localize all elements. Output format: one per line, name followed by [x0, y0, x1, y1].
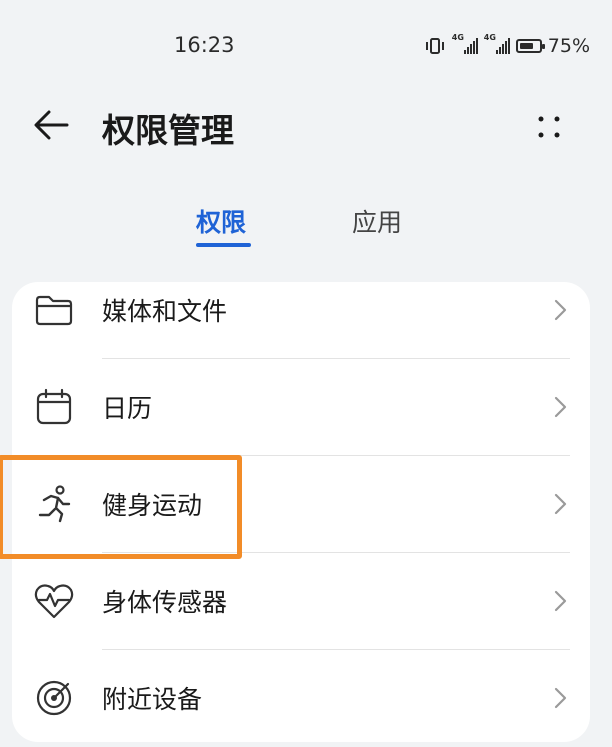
- list-item-media-files[interactable]: 媒体和文件: [12, 262, 590, 359]
- signal-icon-sim2: 4G: [484, 33, 510, 54]
- back-arrow-icon: [34, 110, 69, 140]
- list-item-label: 日历: [102, 394, 153, 423]
- tab-bar: 权限 应用: [0, 195, 612, 255]
- calendar-icon: [32, 385, 76, 429]
- list-item-nearby-devices[interactable]: 附近设备: [12, 650, 590, 747]
- more-options-button[interactable]: [524, 102, 574, 152]
- list-item-label: 身体传感器: [102, 588, 228, 617]
- folder-icon: [32, 288, 76, 332]
- tab-apps[interactable]: 应用: [352, 203, 402, 239]
- nearby-device-icon: [32, 676, 76, 720]
- list-item-label: 媒体和文件: [102, 297, 228, 326]
- tab-active-indicator: [196, 243, 251, 247]
- battery-percent: 75%: [547, 35, 590, 57]
- chevron-right-icon: [554, 299, 567, 321]
- page-title: 权限管理: [102, 111, 234, 150]
- back-button[interactable]: [26, 100, 76, 150]
- list-item-body-sensors[interactable]: 身体传感器: [12, 553, 590, 650]
- chevron-right-icon: [554, 687, 567, 709]
- chevron-right-icon: [554, 493, 567, 515]
- app-bar: 权限管理: [0, 90, 612, 160]
- list-item-label: 附近设备: [102, 685, 203, 714]
- status-icons: 4G 4G 75%: [424, 33, 590, 59]
- highlight-box: [0, 455, 242, 559]
- vibrate-icon: [425, 38, 444, 54]
- heart-pulse-icon: [32, 579, 76, 623]
- signal-icon-sim1: 4G: [452, 33, 478, 54]
- status-time: 16:23: [174, 33, 235, 57]
- battery-icon: [515, 39, 545, 53]
- tab-permissions[interactable]: 权限: [196, 203, 246, 239]
- chevron-right-icon: [554, 590, 567, 612]
- status-bar: 16:23 4G 4G 75%: [0, 0, 612, 90]
- list-item-calendar[interactable]: 日历: [12, 359, 590, 456]
- more-dots-icon: [538, 116, 560, 138]
- chevron-right-icon: [554, 396, 567, 418]
